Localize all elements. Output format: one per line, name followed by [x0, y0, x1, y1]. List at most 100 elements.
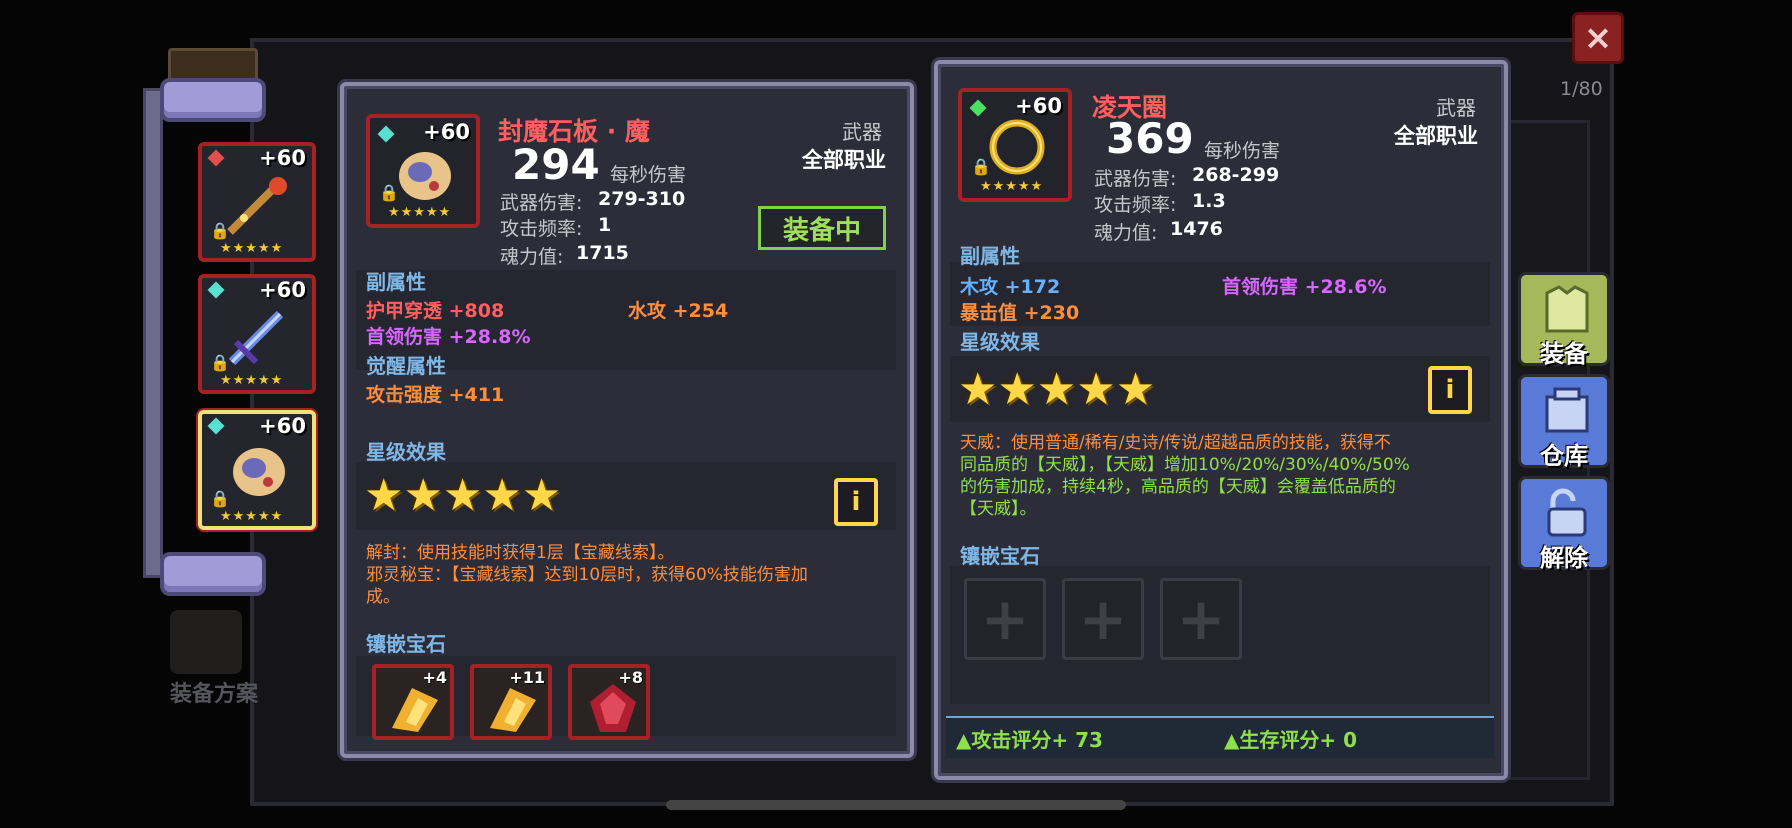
crystal-sword-icon [228, 310, 284, 366]
warehouse-icon [1545, 387, 1589, 433]
plus-icon: + [1176, 585, 1226, 653]
compare-sub-attr-crit: 暴击值 +230 [960, 302, 1080, 324]
close-button[interactable]: × [1572, 12, 1624, 64]
compare-star-effect-line-4: 【天威】。 [960, 499, 1037, 519]
equipment-slot-1[interactable]: +60 🔒 ★★★★★ [198, 142, 316, 262]
stat-weapon-damage-label: 武器伤害: [500, 192, 583, 214]
equip-label: 装备 [1540, 340, 1588, 368]
diamond-gem-icon [207, 417, 225, 435]
plus-icon: + [1078, 585, 1128, 653]
diamond-gem-icon [377, 125, 395, 143]
compare-gem-title: 镶嵌宝石 [960, 544, 1040, 568]
slot-stars: ★★★★★ [220, 509, 284, 524]
stat-soul-label: 魂力值: [500, 246, 564, 268]
attack-score: ▲攻击评分+ 73 [956, 728, 1103, 752]
star-icon: ★ [997, 364, 1037, 415]
gold-ring-icon [989, 119, 1045, 175]
empty-gem-slot-3[interactable]: + [1160, 578, 1242, 660]
dps-label: 每秒伤害 [610, 164, 687, 186]
compare-stat-attack-rate-label: 攻击频率: [1094, 194, 1177, 216]
current-item-icon: +60 🔒 ★★★★★ [366, 114, 480, 228]
slot-level: +60 [259, 278, 306, 302]
star-effect-line-3: 成。 [366, 587, 400, 607]
compare-star-info-button[interactable]: i [1428, 366, 1472, 414]
sub-attr-boss-damage: 首领伤害 +28.8% [366, 326, 531, 348]
item-stars: ★★★★★ [388, 205, 452, 220]
plus-icon: + [980, 585, 1030, 653]
equipment-plan-icon [170, 610, 242, 674]
release-label: 解除 [1540, 544, 1588, 572]
inventory-page-counter: 1/80 [1560, 78, 1603, 100]
equipment-plan-button[interactable]: 装备方案 [156, 676, 272, 708]
gem-slot-1[interactable]: +4 [372, 664, 454, 740]
compare-stat-weapon-damage-value: 268-299 [1192, 164, 1280, 186]
star-effect-line-2: 邪灵秘宝：【宝藏线索】达到10层时，获得60%技能伤害加 [366, 565, 808, 585]
slot-level: +60 [259, 414, 306, 438]
stone-tablet-icon [233, 448, 285, 496]
ruby-gem-icon [207, 149, 225, 167]
ruby-gem-icon [590, 684, 636, 732]
scroll-down-button[interactable] [160, 552, 266, 596]
star-icon: ★ [403, 470, 443, 521]
star-icon: ★ [442, 470, 483, 521]
item-category: 武器 [842, 120, 882, 144]
item-level: +60 [423, 120, 470, 144]
fire-staff-icon [227, 177, 287, 235]
gem-title: 镶嵌宝石 [366, 632, 446, 656]
dps-value: 294 [512, 140, 600, 189]
stone-tablet-icon [399, 152, 451, 200]
armor-icon [1545, 285, 1589, 333]
equip-button[interactable]: 装备 [1518, 272, 1610, 368]
release-button[interactable]: 解除 [1518, 476, 1610, 572]
gem-slot-3[interactable]: +8 [568, 664, 650, 740]
stat-soul-value: 1715 [576, 242, 629, 264]
gold-scroll-icon [392, 688, 438, 732]
star-effect-title: 星级效果 [366, 440, 446, 464]
awaken-attack-strength: 攻击强度 +411 [366, 384, 505, 406]
compare-sub-attr-wood: 木攻 +172 [960, 276, 1061, 298]
star-icon: ★ [364, 470, 404, 521]
compare-dps-value: 369 [1106, 114, 1194, 163]
item-class: 全部职业 [802, 148, 886, 172]
slot-stars: ★★★★★ [220, 373, 284, 388]
warehouse-button[interactable]: 仓库 [1518, 374, 1610, 470]
compare-stat-soul-label: 魂力值: [1094, 222, 1158, 244]
empty-gem-slot-2[interactable]: + [1062, 578, 1144, 660]
star-info-button[interactable]: i [834, 478, 878, 526]
star-icon: ★ [521, 470, 562, 521]
sub-attr-title: 副属性 [366, 270, 426, 294]
star-icon: ★ [1036, 364, 1077, 415]
slot-stars: ★★★★★ [220, 241, 284, 256]
warehouse-label: 仓库 [1540, 442, 1588, 470]
compare-sub-attr-title: 副属性 [960, 244, 1020, 268]
unlock-icon [1547, 488, 1587, 537]
star-icon: ★ [482, 470, 522, 521]
stat-attack-rate-label: 攻击频率: [500, 218, 583, 240]
compare-sub-attr-boss-damage: 首领伤害 +28.6% [1222, 276, 1387, 298]
compare-item-category: 武器 [1436, 96, 1476, 120]
empty-gem-slot-1[interactable]: + [964, 578, 1046, 660]
compare-dps-label: 每秒伤害 [1204, 140, 1281, 162]
compare-item-class: 全部职业 [1394, 124, 1478, 148]
slot-level: +60 [259, 146, 306, 170]
compare-stat-attack-rate-value: 1.3 [1192, 190, 1226, 212]
sub-attr-armor-pen: 护甲穿透 +808 [366, 300, 505, 322]
item-stars: ★★★★★ [980, 179, 1044, 194]
equipment-slot-2[interactable]: +60 🔒 ★★★★★ [198, 274, 316, 394]
equipped-badge: 装备中 [758, 206, 886, 250]
info-icon: i [851, 487, 861, 517]
scroll-up-button[interactable] [160, 78, 266, 122]
sidebar-rail [143, 88, 163, 578]
star-rating: ★★★★★ [364, 470, 561, 521]
equipment-slot-3-selected[interactable]: +60 🔒 ★★★★★ [198, 410, 316, 530]
lock-icon: 🔒 [379, 183, 399, 202]
diamond-gem-icon [207, 281, 225, 299]
compare-star-rating: ★★★★★ [958, 364, 1155, 415]
lock-icon: 🔒 [210, 221, 230, 240]
sidebar-top-cap [168, 48, 258, 82]
sub-attr-water: 水攻 +254 [628, 300, 729, 322]
compare-stat-soul-value: 1476 [1170, 218, 1223, 240]
lock-icon: 🔒 [210, 489, 230, 508]
star-icon: ★ [1076, 364, 1116, 415]
gem-slot-2[interactable]: +11 [470, 664, 552, 740]
